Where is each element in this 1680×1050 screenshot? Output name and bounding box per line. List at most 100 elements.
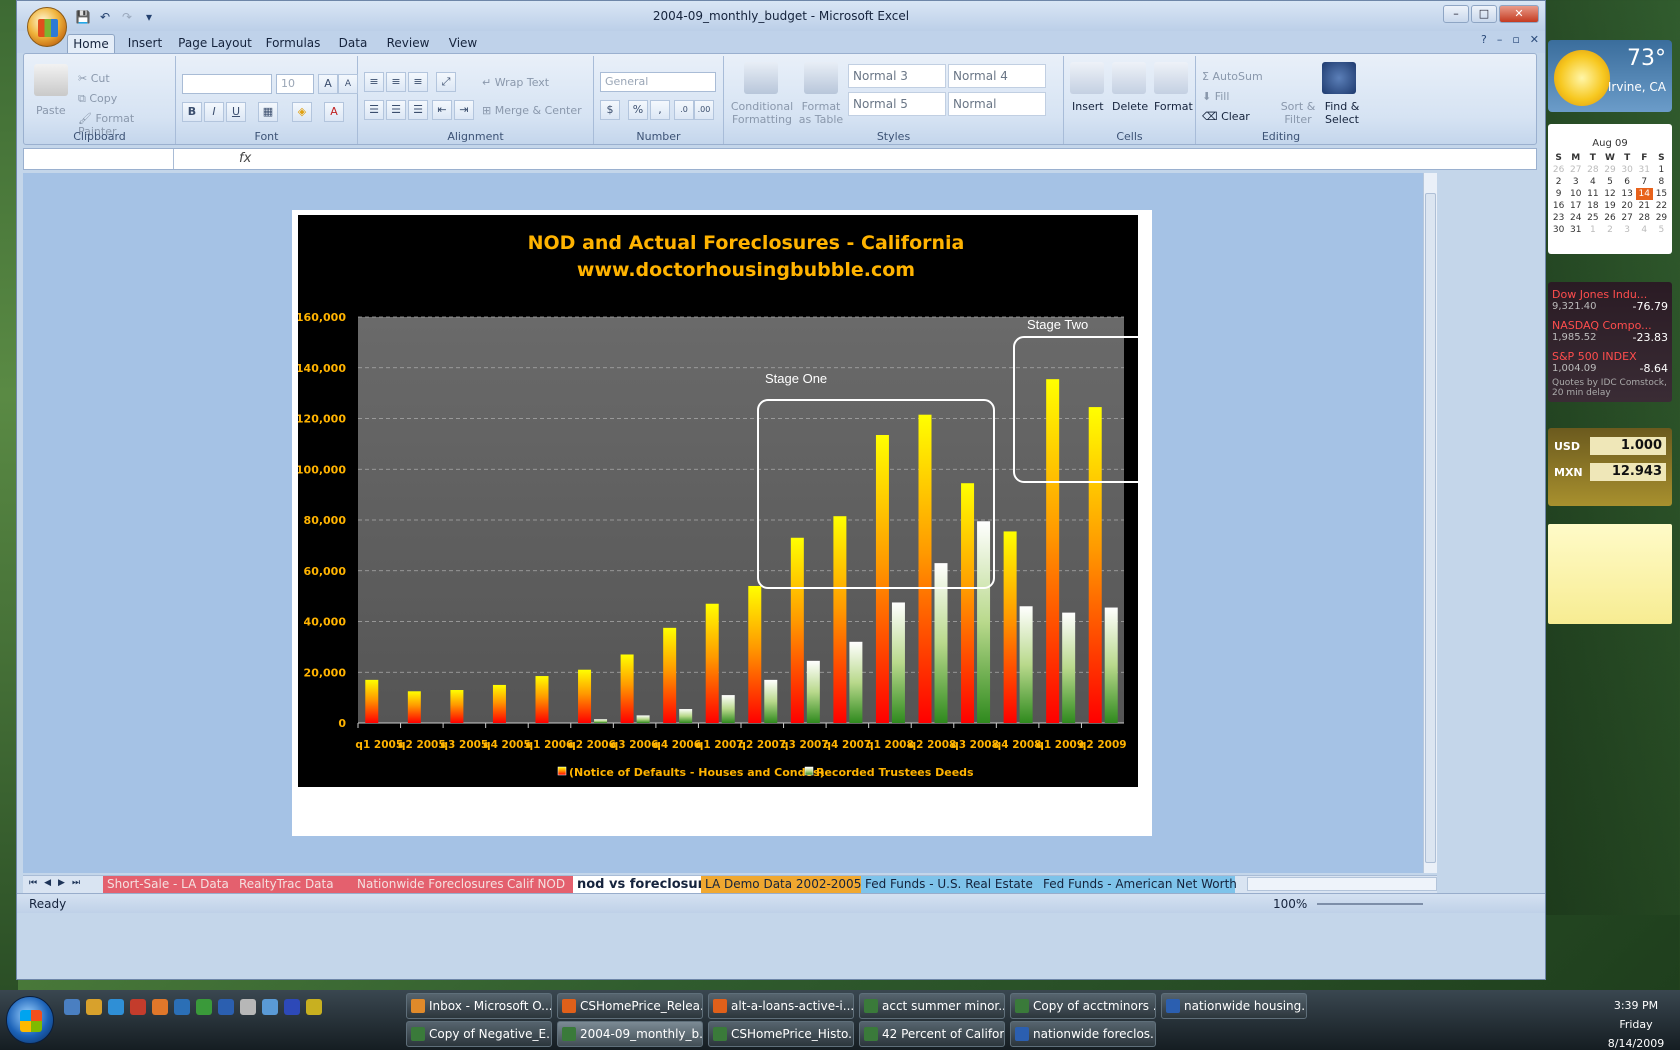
calendar-day[interactable]: 3	[1567, 176, 1584, 188]
calendar-day[interactable]: 15	[1653, 188, 1670, 200]
tab-page-layout[interactable]: Page Layout	[177, 34, 253, 53]
merge-center-button[interactable]: ⊞ Merge & Center	[482, 104, 582, 117]
copy-button[interactable]: ⧉ Copy	[78, 92, 117, 106]
currency-icon[interactable]: $	[600, 100, 620, 120]
prev-sheet-icon[interactable]: ◀	[44, 878, 51, 888]
underline-icon[interactable]: U	[226, 102, 246, 122]
tab-view[interactable]: View	[443, 34, 483, 53]
quick-launch-icon[interactable]	[218, 999, 234, 1015]
next-sheet-icon[interactable]: ▶	[58, 878, 65, 888]
calendar-day[interactable]: 25	[1584, 212, 1601, 224]
tab-data[interactable]: Data	[333, 34, 373, 53]
font-name-combo[interactable]	[182, 74, 272, 94]
increase-decimal-icon[interactable]: .0	[674, 100, 694, 120]
calendar-day[interactable]: 8	[1653, 176, 1670, 188]
taskbar-button[interactable]: nationwide housing...	[1161, 993, 1307, 1019]
tab-review[interactable]: Review	[383, 34, 433, 53]
taskbar-button[interactable]: 42 Percent of Califor...	[859, 1021, 1005, 1047]
decrease-decimal-icon[interactable]: .00	[694, 100, 714, 120]
calendar-day[interactable]: 30	[1619, 164, 1636, 176]
taskbar-button[interactable]: 2004-09_monthly_b...	[557, 1021, 703, 1047]
align-middle-icon[interactable]: ≡	[386, 72, 406, 92]
calendar-day[interactable]: 17	[1567, 200, 1584, 212]
maximize-button[interactable]: □	[1471, 5, 1497, 23]
tab-insert[interactable]: Insert	[123, 34, 167, 53]
calendar-day[interactable]: 27	[1619, 212, 1636, 224]
decrease-indent-icon[interactable]: ⇤	[432, 100, 452, 120]
delete-button[interactable]: Delete	[1112, 100, 1148, 113]
calendar-day[interactable]: 1	[1653, 164, 1670, 176]
calendar-day[interactable]: 29	[1653, 212, 1670, 224]
calendar-day[interactable]: 22	[1653, 200, 1670, 212]
fx-icon[interactable]: fx	[239, 151, 251, 166]
zoom-slider[interactable]	[1317, 903, 1423, 905]
workbook-close-icon[interactable]: ✕	[1530, 33, 1539, 46]
style-normal-3[interactable]: Normal 3	[848, 64, 946, 88]
calendar-day[interactable]: 20	[1619, 200, 1636, 212]
calendar-day[interactable]: 18	[1584, 200, 1601, 212]
wrap-text-button[interactable]: ↵ Wrap Text	[482, 76, 549, 89]
scroll-thumb[interactable]	[1425, 193, 1436, 863]
taskbar-button[interactable]: nationwide foreclos...	[1010, 1021, 1156, 1047]
calendar-day[interactable]: 5	[1601, 176, 1618, 188]
name-box[interactable]	[24, 149, 174, 169]
start-button[interactable]	[6, 996, 54, 1044]
taskbar-button[interactable]: alt-a-loans-active-i...	[708, 993, 854, 1019]
comma-icon[interactable]: ,	[650, 100, 670, 120]
tab-formulas[interactable]: Formulas	[263, 34, 323, 53]
stock-row[interactable]: S&P 500 INDEX 1,004.09 -8.64	[1552, 350, 1668, 375]
redo-icon[interactable]: ↷	[119, 9, 135, 25]
style-normal-5[interactable]: Normal 5	[848, 92, 946, 116]
format-button[interactable]: Format	[1154, 100, 1193, 113]
calendar-day[interactable]: 23	[1550, 212, 1567, 224]
calendar-day[interactable]: 7	[1636, 176, 1653, 188]
calendar-day[interactable]: 30	[1550, 224, 1567, 236]
calendar-day[interactable]: 26	[1550, 164, 1567, 176]
quick-launch-icon[interactable]	[284, 999, 300, 1015]
insert-button[interactable]: Insert	[1072, 100, 1104, 113]
cut-button[interactable]: ✂ Cut	[78, 72, 110, 85]
clock[interactable]: 3:39 PM Friday 8/14/2009	[1596, 996, 1676, 1050]
calendar-day[interactable]: 12	[1601, 188, 1618, 200]
calendar-day[interactable]: 9	[1550, 188, 1567, 200]
calendar-day[interactable]: 14	[1635, 188, 1653, 200]
currency-gadget[interactable]: USD 1.000 MXN 12.943	[1548, 428, 1672, 506]
sticky-note-gadget[interactable]	[1548, 524, 1672, 624]
calendar-day[interactable]: 16	[1550, 200, 1567, 212]
sheet-tab[interactable]: Fed Funds - U.S. Real Estate	[861, 876, 1039, 893]
sheet-tab[interactable]: Calif NOD	[503, 876, 573, 893]
calendar-day[interactable]: 28	[1584, 164, 1601, 176]
autosum-button[interactable]: Σ AutoSum	[1202, 70, 1263, 83]
calendar-day[interactable]: 31	[1567, 224, 1584, 236]
calendar-day[interactable]: 24	[1567, 212, 1584, 224]
format-as-table-button[interactable]: Format as Table	[796, 100, 846, 126]
grow-font-icon[interactable]: A	[318, 74, 338, 94]
style-normal-4[interactable]: Normal 4	[948, 64, 1046, 88]
stock-row[interactable]: Dow Jones Indu... 9,321.40 -76.79	[1552, 288, 1668, 313]
close-button[interactable]: ✕	[1499, 5, 1539, 23]
quick-launch-icon[interactable]	[196, 999, 212, 1015]
quick-launch-icon[interactable]	[130, 999, 146, 1015]
currency-usd-value[interactable]: 1.000	[1590, 437, 1666, 455]
sheet-tab[interactable]: Nationwide Foreclosures	[353, 876, 504, 893]
currency-mxn-value[interactable]: 12.943	[1590, 463, 1666, 481]
percent-icon[interactable]: %	[628, 100, 648, 120]
font-size-combo[interactable]: 10	[276, 74, 314, 94]
number-format-combo[interactable]: General	[600, 72, 716, 92]
align-right-icon[interactable]: ☰	[408, 100, 428, 120]
first-sheet-icon[interactable]: ⏮	[29, 878, 37, 888]
align-center-icon[interactable]: ☰	[386, 100, 406, 120]
customize-toolbar-icon[interactable]: ▾	[141, 9, 157, 25]
taskbar-button[interactable]: Copy of acctminors ...	[1010, 993, 1156, 1019]
tab-home[interactable]: Home	[67, 34, 115, 53]
font-color-icon[interactable]: A	[324, 102, 344, 122]
borders-icon[interactable]: ▦	[258, 102, 278, 122]
save-icon[interactable]: 💾	[75, 9, 91, 25]
quick-launch-icon[interactable]	[86, 999, 102, 1015]
quick-launch-icon[interactable]	[152, 999, 168, 1015]
calendar-gadget[interactable]: Aug 09 S M T W T F S 26 27 28 29 30 31 1 2 3 4 5 6 7 8 9 10 11 1…	[1548, 124, 1672, 254]
style-normal[interactable]: Normal	[948, 92, 1046, 116]
quick-launch-icon[interactable]	[64, 999, 80, 1015]
calendar-day[interactable]: 13	[1619, 188, 1636, 200]
quick-launch-icon[interactable]	[108, 999, 124, 1015]
